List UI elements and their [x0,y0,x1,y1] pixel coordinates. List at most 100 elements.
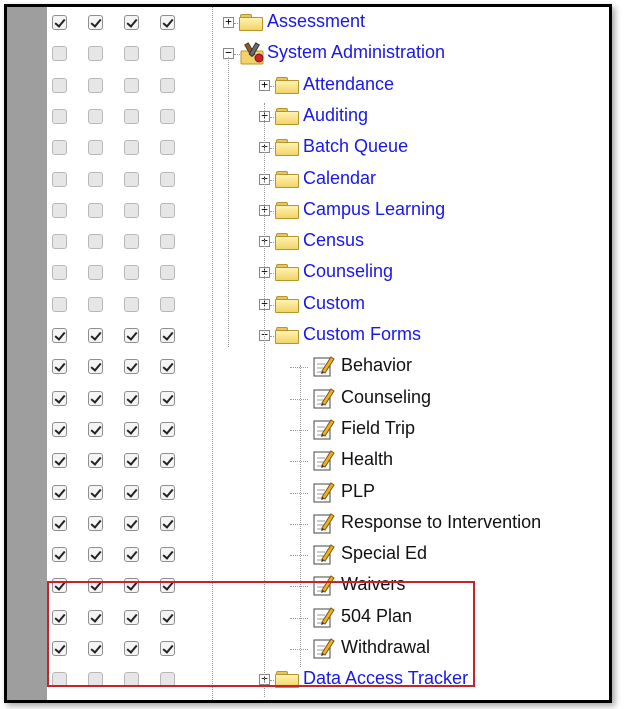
permission-checkbox-2[interactable] [88,328,103,343]
permission-checkbox-1[interactable] [52,171,67,187]
permission-checkbox-1[interactable] [52,140,67,156]
tree-node-label[interactable]: Census [303,229,364,251]
permission-checkbox-3[interactable] [124,77,139,93]
permission-checkbox-1[interactable] [52,547,67,563]
tree-node-label[interactable]: System Administration [267,41,445,63]
tree-node-label[interactable]: Custom Forms [303,323,421,345]
permission-checkbox-3[interactable] [124,328,139,343]
permission-checkbox-2[interactable] [88,15,103,30]
permission-checkbox-2[interactable] [88,547,103,563]
tree-node-label[interactable]: Attendance [303,73,394,95]
permission-checkbox-3[interactable] [124,421,139,437]
permission-checkbox-4[interactable] [160,609,175,625]
permission-checkbox-4[interactable] [160,641,175,656]
permission-checkbox-3[interactable] [124,453,139,469]
tree-node-label[interactable]: Data Access Tracker [303,667,468,689]
permission-checkbox-4[interactable] [160,421,175,437]
permission-checkbox-2[interactable] [88,202,103,218]
permission-checkbox-4[interactable] [160,547,175,563]
permission-checkbox-2[interactable] [88,421,103,437]
permission-checkbox-4[interactable] [160,77,175,93]
permission-checkbox-3[interactable] [124,296,139,312]
permission-checkbox-4[interactable] [160,515,175,531]
permission-checkbox-3[interactable] [124,578,139,594]
permission-checkbox-1[interactable] [52,77,67,93]
tree-node-label[interactable]: Campus Learning [303,198,445,220]
permission-checkbox-2[interactable] [88,140,103,156]
permission-checkbox-2[interactable] [88,296,103,312]
permission-checkbox-1[interactable] [52,578,67,594]
tree-node-label[interactable]: Counseling [341,386,431,408]
tree-node-label[interactable]: Waivers [341,573,405,595]
tree-node-label[interactable]: 504 Plan [341,605,412,627]
permission-checkbox-2[interactable] [88,578,103,594]
permission-checkbox-1[interactable] [52,46,67,62]
permission-checkbox-4[interactable] [160,265,175,281]
permission-checkbox-2[interactable] [88,171,103,187]
permission-checkbox-4[interactable] [160,328,175,343]
permission-checkbox-3[interactable] [124,15,139,30]
permission-checkbox-3[interactable] [124,359,139,375]
permission-checkbox-1[interactable] [52,641,67,656]
permission-checkbox-1[interactable] [52,421,67,437]
tree-node-label[interactable]: Special Ed [341,542,427,564]
expand-icon[interactable]: + [259,79,270,91]
permission-checkbox-3[interactable] [124,390,139,406]
permission-checkbox-3[interactable] [124,202,139,218]
permission-checkbox-3[interactable] [124,140,139,156]
permission-checkbox-3[interactable] [124,265,139,281]
permission-checkbox-1[interactable] [52,672,67,688]
permission-checkbox-1[interactable] [52,390,67,406]
permission-checkbox-2[interactable] [88,46,103,62]
permission-checkbox-3[interactable] [124,108,139,124]
tree-node-label[interactable]: Custom [303,292,365,314]
permission-checkbox-3[interactable] [124,609,139,625]
permission-checkbox-1[interactable] [52,296,67,312]
permission-checkbox-1[interactable] [52,15,67,30]
permission-checkbox-3[interactable] [124,234,139,250]
permission-checkbox-2[interactable] [88,359,103,375]
permission-checkbox-2[interactable] [88,641,103,656]
tree-node-label[interactable]: Assessment [267,10,365,32]
permission-checkbox-2[interactable] [88,515,103,531]
permission-checkbox-4[interactable] [160,453,175,469]
permission-checkbox-3[interactable] [124,641,139,656]
permission-checkbox-4[interactable] [160,484,175,500]
tree-node-label[interactable]: Health [341,448,393,470]
tree-node-label[interactable]: Batch Queue [303,135,408,157]
tree-node-label[interactable]: Calendar [303,167,376,189]
permission-checkbox-4[interactable] [160,578,175,594]
permission-checkbox-4[interactable] [160,202,175,218]
permission-checkbox-1[interactable] [52,328,67,343]
permission-checkbox-3[interactable] [124,515,139,531]
tree-node-label[interactable]: Response to Intervention [341,511,541,533]
permission-checkbox-3[interactable] [124,672,139,688]
permission-checkbox-1[interactable] [52,265,67,281]
permission-checkbox-4[interactable] [160,171,175,187]
permission-checkbox-3[interactable] [124,484,139,500]
permission-checkbox-1[interactable] [52,453,67,469]
permission-checkbox-2[interactable] [88,108,103,124]
permission-checkbox-1[interactable] [52,515,67,531]
permission-checkbox-2[interactable] [88,390,103,406]
permission-checkbox-1[interactable] [52,108,67,124]
permission-checkbox-1[interactable] [52,484,67,500]
permission-checkbox-2[interactable] [88,453,103,469]
permission-checkbox-2[interactable] [88,265,103,281]
permission-checkbox-1[interactable] [52,359,67,375]
permission-checkbox-2[interactable] [88,672,103,688]
tree-node-label[interactable]: Withdrawal [341,636,430,658]
permission-checkbox-4[interactable] [160,140,175,156]
permission-checkbox-4[interactable] [160,46,175,62]
permission-checkbox-3[interactable] [124,171,139,187]
permission-checkbox-4[interactable] [160,359,175,375]
permission-checkbox-1[interactable] [52,234,67,250]
permission-checkbox-4[interactable] [160,108,175,124]
permission-checkbox-4[interactable] [160,15,175,30]
permission-checkbox-4[interactable] [160,390,175,406]
tree-node-label[interactable]: PLP [341,480,375,502]
tree-node-label[interactable]: Counseling [303,260,393,282]
permission-checkbox-1[interactable] [52,202,67,218]
permission-checkbox-3[interactable] [124,46,139,62]
permission-checkbox-4[interactable] [160,234,175,250]
